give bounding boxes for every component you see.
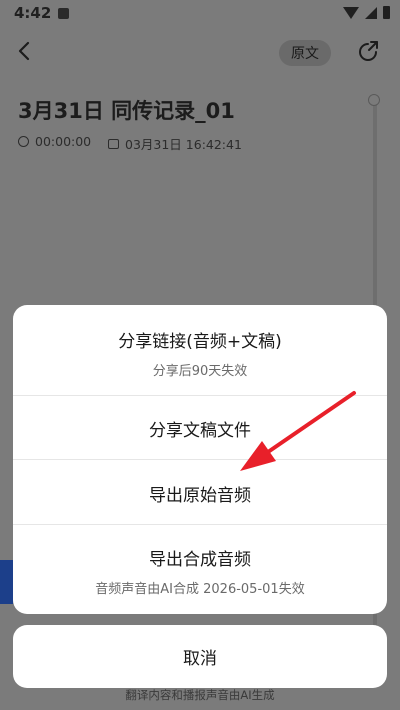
option-label: 分享文稿文件 — [149, 421, 251, 441]
background-button-edge — [0, 560, 13, 604]
option-label: 导出原始音频 — [149, 486, 251, 506]
status-bar: 4:42 — [0, 0, 400, 28]
document-title: 3月31日 同传记录_01 — [18, 99, 235, 123]
cancel-button[interactable]: 取消 — [13, 625, 387, 688]
duration-text: 00:00:00 — [35, 134, 92, 149]
option-sublabel: 分享后90天失效 — [152, 364, 248, 379]
divider — [13, 524, 387, 525]
top-bar: 原文 — [0, 32, 400, 72]
status-time: 4:42 — [14, 4, 52, 22]
divider — [13, 395, 387, 396]
duration-meta: 00:00:00 — [18, 134, 91, 149]
datetime-text: 03月31日 16:42:41 — [125, 137, 242, 152]
share-sheet: 分享链接(音频+文稿) 分享后90天失效 分享文稿文件 导出原始音频 导出合成音… — [13, 305, 387, 614]
battery-icon — [383, 6, 390, 19]
share-transcript-file-option[interactable]: 分享文稿文件 — [13, 416, 387, 456]
option-label: 导出合成音频 — [149, 550, 251, 570]
scroll-thumb[interactable] — [368, 94, 380, 106]
back-icon[interactable] — [14, 40, 36, 62]
option-label: 分享链接(音频+文稿) — [118, 332, 282, 352]
share-link-option[interactable]: 分享链接(音频+文稿) 分享后90天失效 — [13, 327, 387, 395]
ai-generated-note: 翻译内容和播报声音由AI生成 — [125, 688, 275, 702]
divider — [13, 459, 387, 460]
option-sublabel: 音频声音由AI合成 2026-05-01失效 — [95, 582, 305, 597]
signal-icon — [365, 6, 377, 19]
export-synthesized-audio-option[interactable]: 导出合成音频 音频声音由AI合成 2026-05-01失效 — [13, 545, 387, 605]
clock-icon — [18, 136, 29, 147]
calendar-icon — [108, 138, 119, 149]
export-original-audio-option[interactable]: 导出原始音频 — [13, 481, 387, 521]
original-text-button[interactable]: 原文 — [279, 40, 331, 66]
wifi-icon — [343, 6, 359, 19]
status-icons — [343, 6, 390, 19]
share-icon[interactable] — [356, 38, 382, 64]
date-meta: 03月31日 16:42:41 — [108, 134, 242, 153]
notification-icon — [58, 8, 69, 19]
